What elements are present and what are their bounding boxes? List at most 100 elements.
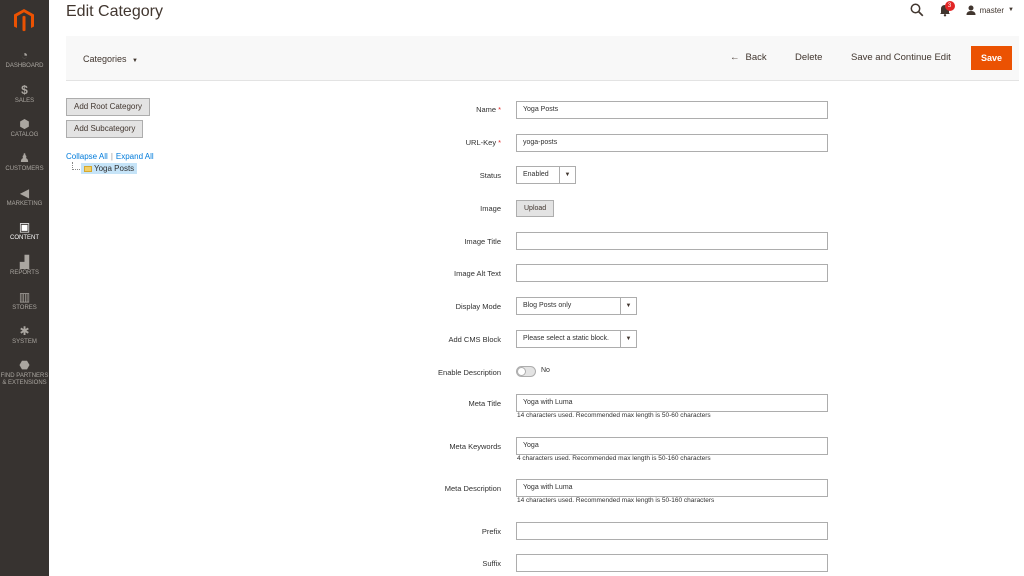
status-select[interactable]: Enabled ▼ — [516, 166, 576, 184]
cube-icon: ⬢ — [19, 117, 30, 131]
sidebar-item-label: DASHBOARD — [5, 63, 44, 69]
header-actions: 3 master ▼ — [910, 1, 1014, 18]
enable-description-value: No — [541, 367, 550, 374]
meta-keywords-note: 4 characters used. Recommended max lengt… — [517, 455, 711, 462]
name-label-text: Name — [476, 105, 497, 114]
sidebar-item-content[interactable]: ▣ CONTENT — [0, 221, 49, 242]
urlkey-field-label: URL-Key * — [361, 138, 501, 147]
category-tree-node: Yoga Posts — [72, 162, 138, 174]
bar-chart-icon: ▟ — [19, 255, 30, 269]
image-title-input[interactable] — [516, 232, 828, 250]
notifications-button[interactable]: 3 — [938, 1, 955, 17]
expand-all-link[interactable]: Expand All — [116, 152, 154, 161]
image-title-label: Image Title — [464, 237, 501, 246]
add-root-category-button[interactable]: Add Root Category — [66, 98, 151, 116]
required-icon: * — [498, 105, 501, 114]
meta-description-note: 14 characters used. Recommended max leng… — [517, 497, 715, 504]
cms-block-label: Add CMS Block — [448, 335, 501, 344]
status-label: Status — [479, 171, 501, 180]
meta-description-label: Meta Description — [444, 484, 501, 493]
toggle-knob — [517, 367, 526, 376]
display-mode-value: Blog Posts only — [523, 302, 572, 309]
image-alt-label: Image Alt Text — [454, 269, 501, 278]
notification-count-badge: 3 — [944, 1, 955, 11]
image-label: Image — [480, 204, 501, 213]
tree-item-yoga-posts[interactable]: Yoga Posts — [81, 163, 138, 174]
urlkey-input[interactable]: yoga-posts — [516, 134, 828, 152]
tree-connector — [72, 162, 80, 170]
sidebar-item-label: CATALOG — [10, 132, 39, 138]
sidebar-item-stores[interactable]: ▥ STORES — [0, 291, 49, 312]
sidebar-item-sales[interactable]: $ SALES — [0, 84, 49, 105]
gear-icon: ✱ — [19, 324, 30, 338]
save-and-continue-button[interactable]: Save and Continue Edit — [851, 52, 951, 63]
person-icon: ♟ — [19, 151, 30, 165]
sidebar-item-label: SYSTEM — [12, 339, 37, 345]
meta-title-input[interactable]: Yoga with Luma — [516, 394, 828, 412]
sidebar-item-label: CUSTOMERS — [5, 166, 44, 172]
folder-icon — [84, 165, 92, 172]
prefix-input[interactable] — [516, 522, 828, 540]
back-button[interactable]: ← Back — [730, 52, 767, 63]
meta-title-note: 14 characters used. Recommended max leng… — [517, 412, 711, 419]
delete-button[interactable]: Delete — [795, 52, 822, 63]
sidebar-item-customers[interactable]: ♟ CUSTOMERS — [0, 152, 49, 173]
name-input[interactable]: Yoga Posts — [516, 101, 828, 119]
admin-sidebar: ◔ DASHBOARD $ SALES ⬢ CATALOG ♟ CUSTOMER… — [0, 0, 49, 576]
content-icon: ▣ — [18, 220, 31, 234]
dollar-icon: $ — [21, 83, 28, 97]
enable-description-toggle[interactable] — [516, 366, 536, 377]
meta-keywords-label: Meta Keywords — [449, 442, 501, 451]
chevron-down-icon: ▼ — [559, 167, 575, 183]
sidebar-item-catalog[interactable]: ⬢ CATALOG — [0, 118, 49, 139]
box-icon: ⬣ — [19, 358, 30, 372]
chevron-down-icon: ▼ — [620, 298, 636, 314]
chevron-down-icon: ▼ — [132, 58, 138, 64]
magento-logo-icon[interactable] — [12, 8, 36, 32]
user-icon — [966, 5, 976, 15]
cms-block-value: Please select a static block. — [523, 335, 609, 342]
tree-controls-separator: | — [110, 152, 113, 161]
status-select-value: Enabled — [523, 171, 549, 178]
meta-title-label: Meta Title — [468, 399, 501, 408]
sidebar-item-dashboard[interactable]: ◔ DASHBOARD — [0, 49, 49, 70]
page-actions-bar: Categories ▼ ← Back Delete Save and Conti… — [66, 36, 1019, 81]
required-icon: * — [498, 138, 501, 147]
username: master — [979, 5, 1005, 15]
sidebar-item-system[interactable]: ✱ SYSTEM — [0, 325, 49, 346]
megaphone-icon: ◀ — [19, 186, 30, 200]
arrow-left-icon: ← — [730, 52, 740, 63]
upload-button[interactable]: Upload — [516, 200, 555, 217]
dashboard-icon: ◔ — [20, 48, 29, 62]
search-icon[interactable] — [910, 3, 924, 17]
sidebar-item-reports[interactable]: ▟ REPORTS — [0, 256, 49, 277]
store-switcher[interactable]: Categories ▼ — [83, 54, 138, 64]
add-subcategory-button[interactable]: Add Subcategory — [66, 120, 144, 138]
sidebar-item-label: REPORTS — [10, 270, 39, 276]
display-mode-label: Display Mode — [455, 302, 501, 311]
chevron-down-icon: ▼ — [620, 331, 636, 347]
sidebar-item-marketing[interactable]: ◀ MARKETING — [0, 187, 49, 208]
page-title: Edit Category — [66, 3, 163, 20]
store-switcher-label: Categories — [83, 54, 127, 64]
user-menu[interactable]: master ▼ — [966, 5, 1014, 15]
store-icon: ▥ — [18, 290, 31, 304]
save-button[interactable]: Save — [971, 46, 1012, 70]
meta-keywords-input[interactable]: Yoga — [516, 437, 828, 455]
image-alt-input[interactable] — [516, 264, 828, 282]
meta-description-input[interactable]: Yoga with Luma — [516, 479, 828, 497]
sidebar-item-label: MARKETING — [6, 201, 43, 207]
urlkey-label-text: URL-Key — [465, 138, 497, 147]
sidebar-item-label: FIND PARTNERS & EXTENSIONS — [0, 373, 49, 386]
prefix-label: Prefix — [481, 527, 501, 536]
cms-block-select[interactable]: Please select a static block. ▼ — [516, 330, 637, 348]
back-label: Back — [745, 52, 767, 63]
collapse-all-link[interactable]: Collapse All — [66, 152, 108, 161]
display-mode-select[interactable]: Blog Posts only ▼ — [516, 297, 637, 315]
enable-description-label: Enable Description — [438, 368, 501, 377]
sidebar-item-label: SALES — [14, 98, 35, 104]
sidebar-item-find-partners[interactable]: ⬣ FIND PARTNERS & EXTENSIONS — [0, 359, 49, 387]
suffix-input[interactable] — [516, 554, 828, 572]
tree-item-label: Yoga Posts — [94, 164, 135, 173]
tree-controls: Collapse All | Expand All — [66, 152, 154, 161]
